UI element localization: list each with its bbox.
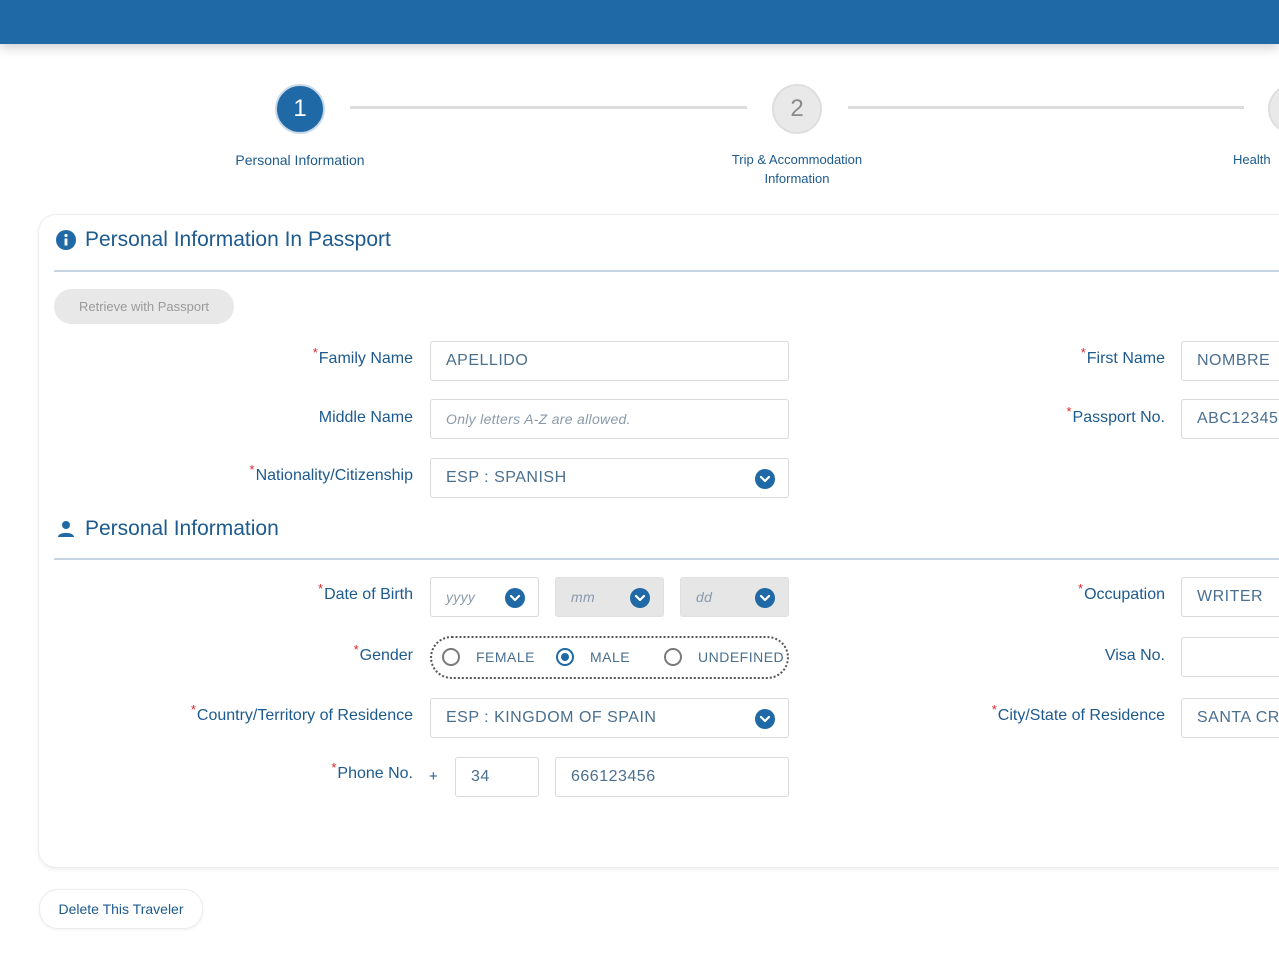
passport-no-input[interactable]: ABC123456 [1181, 399, 1279, 439]
gender-option-label: FEMALE [476, 649, 536, 665]
gender-radio-group: FEMALE MALE UNDEFINED [430, 636, 789, 679]
phone-label-text: Phone No. [337, 765, 413, 782]
required-asterisk: * [1078, 581, 1084, 596]
dob-year-select[interactable]: yyyy [430, 577, 539, 617]
step-1-circle[interactable]: 1 [275, 84, 325, 134]
dob-label-text: Date of Birth [324, 586, 413, 603]
middle-name-input[interactable]: Only letters A-Z are allowed. [430, 399, 789, 439]
phone-label: *Phone No. [200, 760, 413, 783]
first-name-label-text: First Name [1086, 350, 1165, 367]
passport-no-label: *Passport No. [960, 404, 1165, 427]
step-3-label: Health [1233, 152, 1271, 167]
info-icon [56, 230, 76, 250]
middle-name-label: Middle Name [318, 409, 413, 426]
family-name-label: *Family Name [200, 345, 413, 368]
phone-country-code-input[interactable]: 34 [455, 757, 539, 797]
step-1-label: Personal Information [235, 152, 365, 168]
step-2-label: Trip & Accommodation Information [731, 152, 863, 186]
progress-stepper: 1 2 Personal Information Trip & Accommod… [0, 0, 1279, 200]
delete-traveler-button[interactable]: Delete This Traveler [39, 889, 203, 929]
family-name-input[interactable]: APELLIDO [430, 341, 789, 381]
nationality-select[interactable]: ESP : SPANISH [430, 458, 789, 498]
gender-option-undefined[interactable]: UNDEFINED [664, 648, 784, 666]
required-asterisk: * [353, 642, 359, 657]
country-label: *Country/Territory of Residence [120, 702, 413, 725]
retrieve-with-passport-button[interactable]: Retrieve with Passport [54, 289, 234, 324]
person-icon [58, 521, 74, 537]
required-asterisk: * [1080, 345, 1086, 360]
gender-option-label: MALE [590, 649, 631, 665]
visa-no-label: Visa No. [1104, 647, 1165, 664]
phone-number-input[interactable]: 666123456 [555, 757, 789, 797]
radio-button[interactable] [664, 648, 682, 666]
first-name-input[interactable]: NOMBRE [1181, 341, 1279, 381]
required-asterisk: * [331, 760, 337, 775]
gender-label: *Gender [200, 642, 413, 665]
step-2-circle[interactable]: 2 [772, 84, 822, 134]
gender-option-male[interactable]: MALE [556, 648, 630, 666]
chevron-down-icon [755, 469, 775, 489]
passport-no-label-text: Passport No. [1072, 409, 1165, 426]
passport-section-title: Personal Information In Passport [56, 228, 391, 252]
phone-plus-sign: + [429, 768, 438, 785]
occupation-input[interactable]: WRITER [1181, 577, 1279, 617]
city-label-text: City/State of Residence [997, 707, 1165, 724]
radio-button-selected[interactable] [556, 648, 574, 666]
required-asterisk: * [1066, 404, 1072, 419]
country-select[interactable]: ESP : KINGDOM OF SPAIN [430, 698, 789, 738]
gender-option-female[interactable]: FEMALE [442, 648, 535, 666]
dob-label: *Date of Birth [200, 581, 413, 604]
chevron-down-icon [630, 588, 650, 608]
country-value: ESP : KINGDOM OF SPAIN [446, 709, 657, 726]
chevron-down-icon [755, 588, 775, 608]
nationality-value: ESP : SPANISH [446, 469, 567, 486]
chevron-down-icon [505, 588, 525, 608]
family-name-label-text: Family Name [318, 350, 413, 367]
required-asterisk: * [318, 581, 324, 596]
gender-option-label: UNDEFINED [698, 649, 785, 665]
required-asterisk: * [312, 345, 318, 360]
dob-day-placeholder: dd [696, 589, 713, 605]
section-divider [54, 270, 1279, 272]
dob-year-placeholder: yyyy [446, 589, 476, 605]
passport-section-title-text: Personal Information In Passport [85, 228, 391, 251]
visa-no-input[interactable] [1181, 637, 1279, 677]
personal-section-title: Personal Information [56, 517, 279, 541]
first-name-label: *First Name [960, 345, 1165, 368]
nationality-label-text: Nationality/Citizenship [255, 467, 413, 484]
gender-label-text: Gender [359, 647, 413, 664]
step-connector-2 [848, 106, 1244, 109]
city-label: *City/State of Residence [940, 702, 1165, 725]
required-asterisk: * [991, 702, 997, 717]
occupation-label: *Occupation [960, 581, 1165, 604]
step-3-circle[interactable] [1268, 84, 1279, 134]
chevron-down-icon [755, 709, 775, 729]
step-2-number: 2 [790, 95, 804, 122]
required-asterisk: * [249, 462, 255, 477]
step-1-number: 1 [293, 95, 307, 122]
occupation-label-text: Occupation [1084, 586, 1165, 603]
section-divider [54, 558, 1279, 560]
nationality-label: *Nationality/Citizenship [150, 462, 413, 485]
personal-section-title-text: Personal Information [85, 517, 279, 540]
city-input[interactable]: SANTA CRUZ [1181, 698, 1279, 738]
dob-month-placeholder: mm [571, 589, 595, 605]
radio-button[interactable] [442, 648, 460, 666]
country-label-text: Country/Territory of Residence [196, 707, 413, 724]
dob-month-select[interactable]: mm [555, 577, 664, 617]
required-asterisk: * [190, 702, 196, 717]
step-connector-1 [350, 106, 747, 109]
dob-day-select[interactable]: dd [680, 577, 789, 617]
